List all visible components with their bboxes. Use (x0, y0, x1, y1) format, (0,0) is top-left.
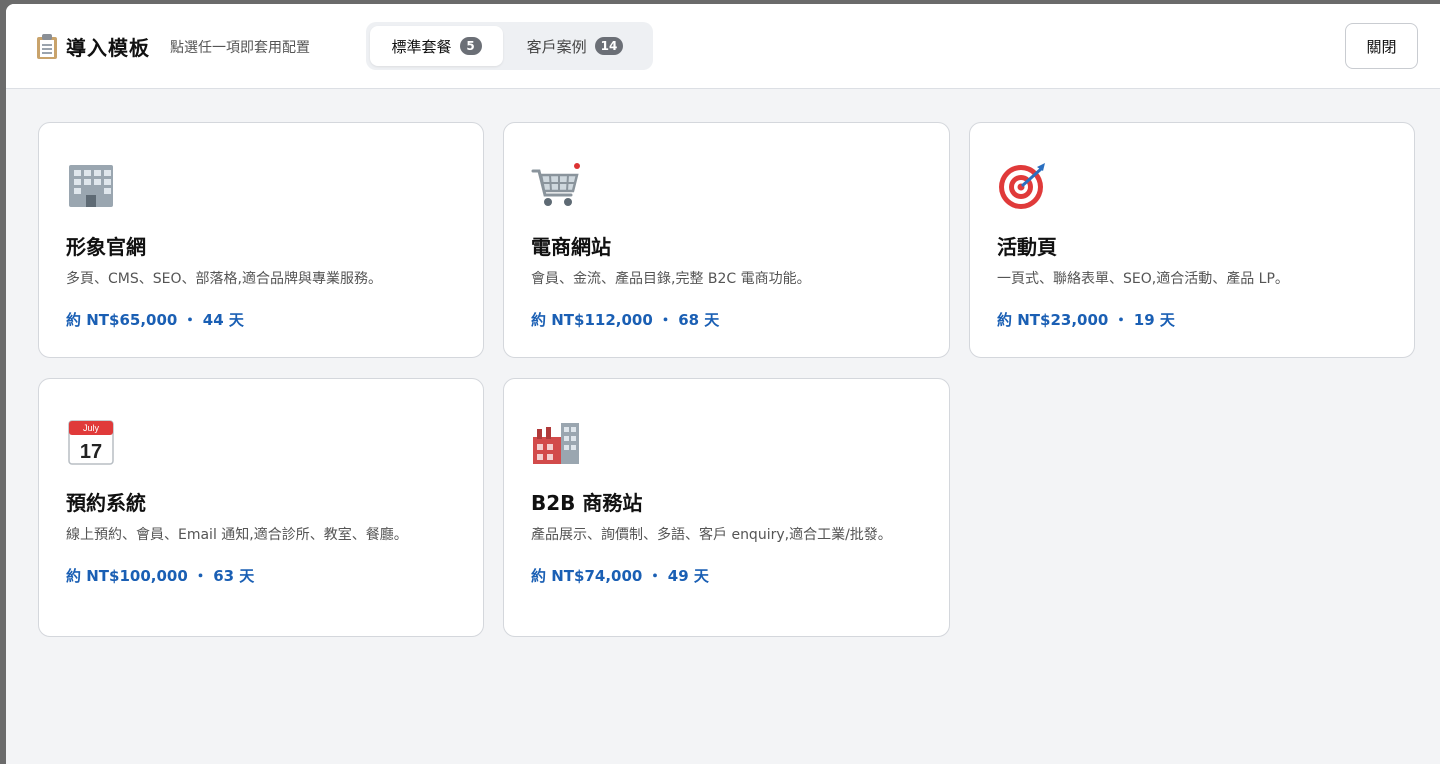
dialog-subtitle: 點選任一項即套用配置 (170, 39, 310, 56)
shopping-cart-icon (531, 161, 581, 211)
card-description: 線上預約、會員、Email 通知,適合診所、教室、餐廳。 (66, 527, 408, 543)
template-grid: 形象官網 多頁、CMS、SEO、部落格,適合品牌與專業服務。 約 NT$65,0… (38, 122, 1415, 637)
dialog-header: 導入模板 點選任一項即套用配置 標準套餐 5 客戶案例 14 關閉 (6, 4, 1440, 89)
card-description: 一頁式、聯絡表單、SEO,適合活動、產品 LP。 (997, 271, 1289, 287)
card-price-duration: 約 NT$74,000 ・ 49 天 (531, 567, 709, 585)
count-badge: 14 (594, 37, 624, 55)
card-title: 預約系統 (66, 491, 146, 515)
target-icon (997, 161, 1047, 211)
template-card-landing-page[interactable]: 活動頁 一頁式、聯絡表單、SEO,適合活動、產品 LP。 約 NT$23,000… (969, 122, 1415, 358)
card-title: B2B 商務站 (531, 491, 643, 515)
card-title: 活動頁 (997, 235, 1057, 259)
template-card-b2b-site[interactable]: B2B 商務站 產品展示、詢價制、多語、客戶 enquiry,適合工業/批發。 … (503, 378, 950, 637)
dialog-title: 導入模板 (66, 36, 150, 60)
card-description: 會員、金流、產品目錄,完整 B2C 電商功能。 (531, 271, 811, 287)
clipboard-icon (36, 33, 58, 60)
template-card-corporate-site[interactable]: 形象官網 多頁、CMS、SEO、部落格,適合品牌與專業服務。 約 NT$65,0… (38, 122, 484, 358)
tab-standard-packages[interactable]: 標準套餐 5 (370, 26, 503, 66)
factory-icon (531, 417, 581, 467)
title-group: 導入模板 點選任一項即套用配置 (36, 32, 310, 61)
card-price-duration: 約 NT$23,000 ・ 19 天 (997, 311, 1175, 329)
card-price-duration: 約 NT$100,000 ・ 63 天 (66, 567, 255, 585)
template-import-dialog: 導入模板 點選任一項即套用配置 標準套餐 5 客戶案例 14 關閉 形象官網 多… (6, 4, 1440, 764)
card-title: 電商網站 (531, 235, 611, 259)
template-card-ecommerce[interactable]: 電商網站 會員、金流、產品目錄,完整 B2C 電商功能。 約 NT$112,00… (503, 122, 950, 358)
calendar-icon: July 17 (66, 417, 116, 467)
tab-label: 標準套餐 (391, 37, 452, 56)
card-price-duration: 約 NT$112,000 ・ 68 天 (531, 311, 720, 329)
calendar-month-text: July (83, 423, 100, 433)
card-description: 產品展示、詢價制、多語、客戶 enquiry,適合工業/批發。 (531, 527, 892, 543)
tab-label: 客戶案例 (526, 37, 587, 56)
office-building-icon (66, 161, 116, 211)
template-card-booking-system[interactable]: July 17 預約系統 線上預約、會員、Email 通知,適合診所、教室、餐廳… (38, 378, 484, 637)
calendar-day-text: 17 (80, 441, 102, 463)
tab-client-cases[interactable]: 客戶案例 14 (503, 26, 647, 66)
card-price-duration: 約 NT$65,000 ・ 44 天 (66, 311, 244, 329)
close-button[interactable]: 關閉 (1345, 23, 1418, 69)
count-badge: 5 (459, 37, 482, 55)
template-tabs: 標準套餐 5 客戶案例 14 (366, 22, 653, 70)
card-title: 形象官網 (66, 235, 146, 259)
card-description: 多頁、CMS、SEO、部落格,適合品牌與專業服務。 (66, 271, 382, 287)
